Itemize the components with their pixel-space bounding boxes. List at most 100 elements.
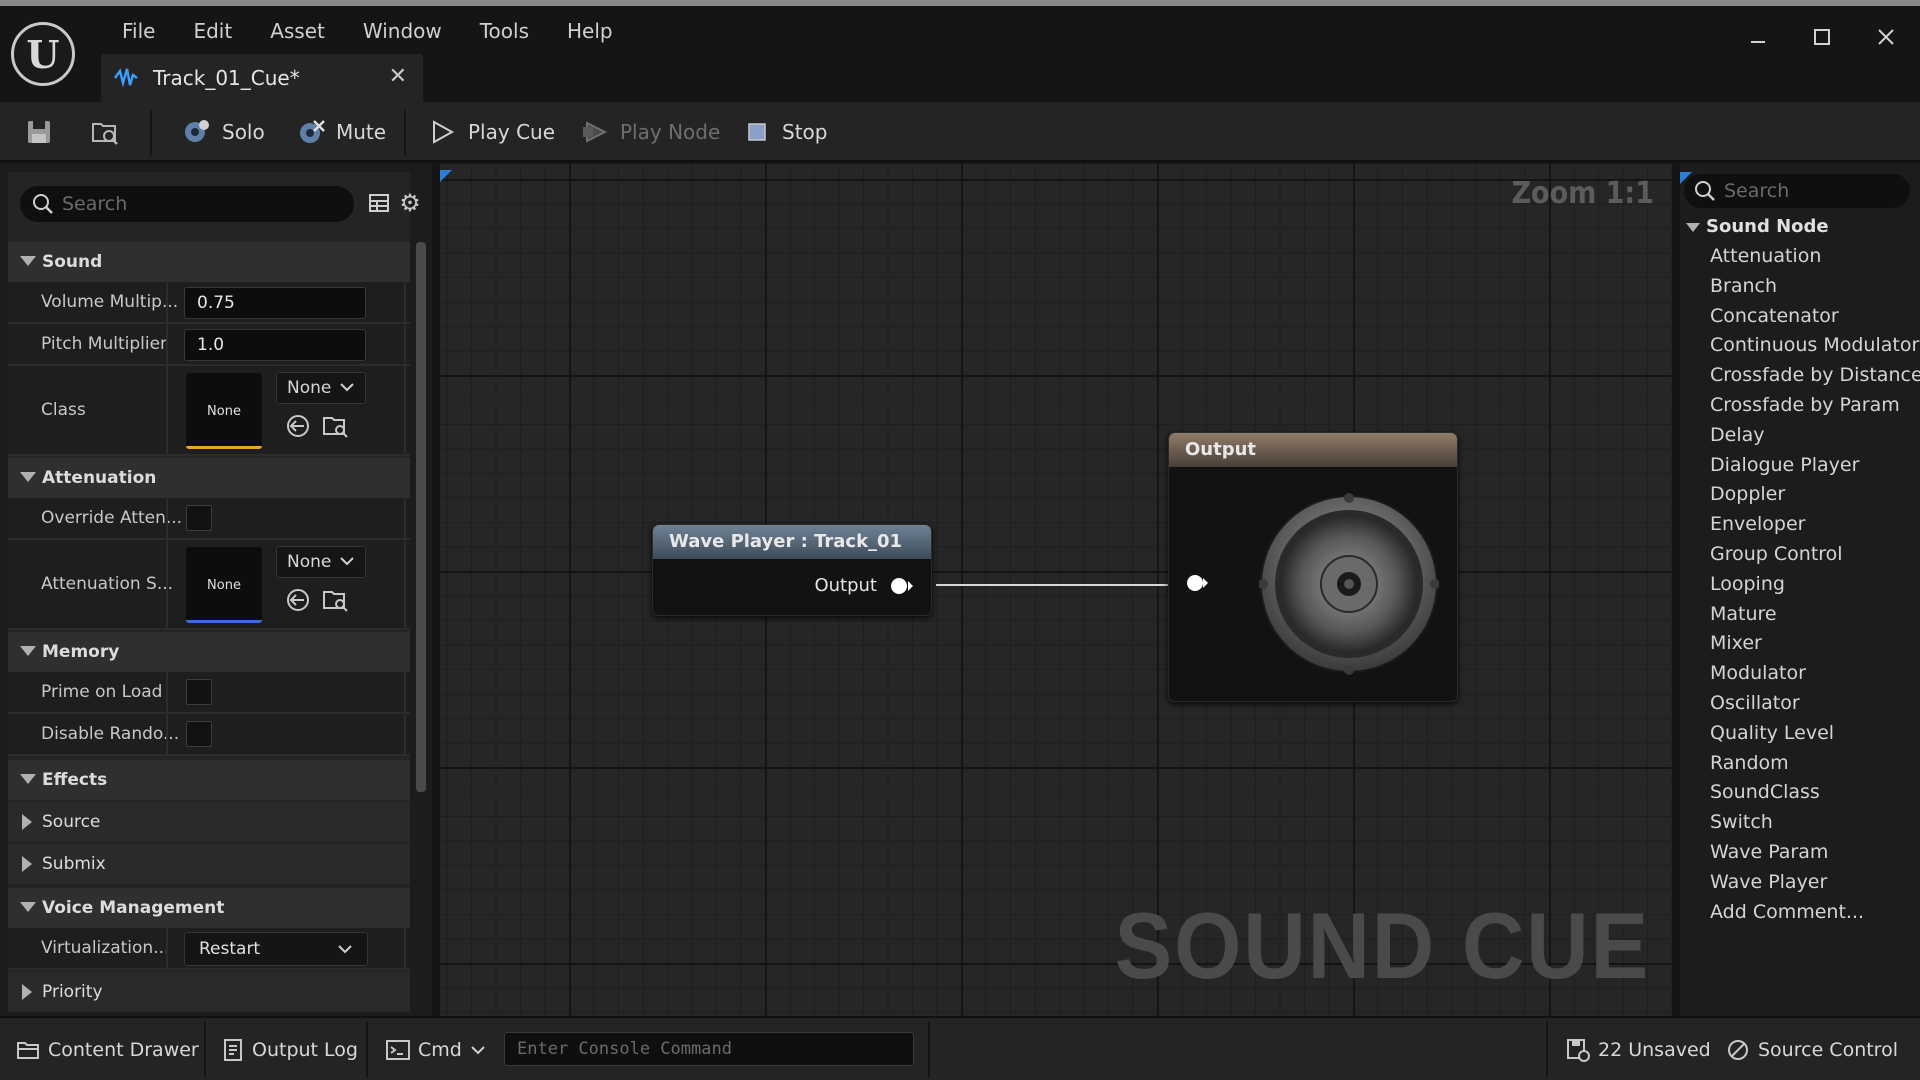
console-command-input[interactable]: Enter Console Command xyxy=(504,1032,914,1066)
menu-window[interactable]: Window xyxy=(344,16,461,46)
palette-item[interactable]: Enveloper xyxy=(1710,510,1920,540)
virtualization-select[interactable]: Restart xyxy=(184,932,368,966)
connection-wire[interactable] xyxy=(936,584,1198,586)
override-attenuation-checkbox[interactable] xyxy=(186,505,212,531)
subcategory-submix[interactable]: Submix xyxy=(8,844,410,884)
play-node-button[interactable]: Play Node xyxy=(580,112,720,152)
palette-item[interactable]: Crossfade by Distance xyxy=(1710,361,1920,391)
category-memory[interactable]: Memory xyxy=(8,632,410,672)
browse-asset-icon[interactable] xyxy=(322,412,350,440)
palette-category-label: Sound Node xyxy=(1706,216,1829,237)
palette-category-sound-node[interactable]: Sound Node xyxy=(1686,216,1829,237)
mute-button[interactable]: Mute xyxy=(296,112,386,152)
class-combo[interactable]: None xyxy=(276,372,366,404)
stop-button[interactable]: Stop xyxy=(742,112,827,152)
sound-cue-icon xyxy=(113,65,139,91)
palette-item[interactable]: Dialogue Player xyxy=(1710,451,1920,481)
palette-item[interactable]: Quality Level xyxy=(1710,719,1920,749)
cmd-dropdown[interactable]: Cmd xyxy=(386,1034,486,1066)
graph-watermark: SOUND CUE xyxy=(1114,893,1650,998)
menu-help[interactable]: Help xyxy=(548,16,632,46)
tab-close-icon[interactable]: ✕ xyxy=(389,64,407,89)
subcategory-source[interactable]: Source xyxy=(8,802,410,842)
browse-asset-icon[interactable] xyxy=(322,586,350,614)
prime-on-load-checkbox[interactable] xyxy=(186,679,212,705)
graph-editor[interactable]: Zoom 1:1 Wave Player : Track_01 Output O… xyxy=(440,164,1672,1016)
output-log-button[interactable]: Output Log xyxy=(222,1034,358,1066)
source-control-button[interactable]: Source Control xyxy=(1726,1034,1898,1066)
prime-label: Prime on Load xyxy=(41,682,163,702)
category-attenuation[interactable]: Attenuation xyxy=(8,458,410,498)
volume-label: Volume Multip... xyxy=(41,292,179,312)
palette-item[interactable]: Wave Player xyxy=(1710,868,1920,898)
palette-item[interactable]: Doppler xyxy=(1710,480,1920,510)
palette-item[interactable]: Mixer xyxy=(1710,629,1920,659)
virtualization-label: Virtualization... xyxy=(41,938,170,958)
use-selected-arrow-icon[interactable] xyxy=(284,586,312,614)
save-button[interactable] xyxy=(24,112,54,152)
virtualization-value: Restart xyxy=(199,939,261,959)
play-node-label: Play Node xyxy=(620,120,721,144)
output-input-pin[interactable] xyxy=(1187,575,1203,591)
attenuation-asset-thumbnail[interactable]: None xyxy=(186,547,262,623)
category-effects[interactable]: Effects xyxy=(8,760,410,800)
play-cue-button[interactable]: Play Cue xyxy=(428,112,555,152)
asset-tab[interactable]: Track_01_Cue* ✕ xyxy=(101,54,423,102)
category-memory-label: Memory xyxy=(42,642,120,662)
palette-item[interactable]: Group Control xyxy=(1710,540,1920,570)
solo-button[interactable]: Solo xyxy=(182,112,265,152)
menu-asset[interactable]: Asset xyxy=(251,16,344,46)
palette-search-input[interactable]: Search xyxy=(1684,174,1910,208)
details-search-placeholder: Search xyxy=(62,193,128,215)
settings-gear-icon[interactable]: ⚙ xyxy=(398,188,422,218)
tab-title: Track_01_Cue* xyxy=(153,66,300,90)
details-search-input[interactable]: Search xyxy=(20,186,354,222)
menu-edit[interactable]: Edit xyxy=(174,16,251,46)
class-asset-thumbnail[interactable]: None xyxy=(186,373,262,449)
palette-item[interactable]: Branch xyxy=(1710,272,1920,302)
maximize-button[interactable] xyxy=(1800,20,1844,54)
palette-item[interactable]: Continuous Modulator xyxy=(1710,331,1920,361)
category-sound[interactable]: Sound xyxy=(8,242,410,282)
close-window-button[interactable] xyxy=(1864,20,1908,54)
use-selected-arrow-icon[interactable] xyxy=(284,412,312,440)
disable-randomization-checkbox[interactable] xyxy=(186,721,212,747)
palette-item[interactable]: SoundClass xyxy=(1710,778,1920,808)
palette-item[interactable]: Modulator xyxy=(1710,659,1920,689)
palette-item[interactable]: Add Comment... xyxy=(1710,898,1920,928)
pitch-multiplier-field[interactable]: 1.0 xyxy=(184,329,366,361)
palette-item[interactable]: Oscillator xyxy=(1710,689,1920,719)
pin-arrow-icon xyxy=(908,581,913,591)
play-icon xyxy=(428,117,458,147)
palette-item[interactable]: Looping xyxy=(1710,570,1920,600)
palette-item[interactable]: Random xyxy=(1710,749,1920,779)
palette-item[interactable]: Crossfade by Param xyxy=(1710,391,1920,421)
palette-item[interactable]: Wave Param xyxy=(1710,838,1920,868)
attenuation-combo[interactable]: None xyxy=(276,546,366,578)
minimize-button[interactable] xyxy=(1736,20,1780,54)
palette-item[interactable]: Delay xyxy=(1710,421,1920,451)
wave-player-node[interactable]: Wave Player : Track_01 Output xyxy=(652,524,932,616)
details-panel: Search ⚙ Sound Volume Multip... 0.75 Pit… xyxy=(0,164,432,1016)
statusbar-divider xyxy=(1546,1022,1548,1078)
content-drawer-button[interactable]: Content Drawer xyxy=(16,1034,199,1066)
source-label: Source xyxy=(42,812,101,832)
prop-disable-randomization: Disable Rando... xyxy=(8,714,410,756)
volume-multiplier-field[interactable]: 0.75 xyxy=(184,287,366,319)
category-voice-management[interactable]: Voice Management xyxy=(8,888,410,928)
wave-output-pin[interactable] xyxy=(891,578,907,594)
details-scrollbar[interactable] xyxy=(416,242,426,792)
palette-item[interactable]: Mature xyxy=(1710,600,1920,630)
browse-button[interactable] xyxy=(90,112,120,152)
palette-item[interactable]: Attenuation xyxy=(1710,242,1920,272)
output-node[interactable]: Output xyxy=(1168,432,1458,702)
prop-virtualization: Virtualization... Restart xyxy=(8,928,410,970)
menu-tools[interactable]: Tools xyxy=(461,16,548,46)
unreal-logo-icon[interactable]: U xyxy=(11,22,75,86)
palette-item[interactable]: Switch xyxy=(1710,808,1920,838)
table-view-icon[interactable] xyxy=(364,188,394,218)
subcategory-priority[interactable]: Priority xyxy=(8,972,410,1012)
palette-item[interactable]: Concatenator xyxy=(1710,302,1920,332)
unsaved-button[interactable]: 22 Unsaved xyxy=(1566,1034,1711,1066)
menu-file[interactable]: File xyxy=(103,16,174,46)
